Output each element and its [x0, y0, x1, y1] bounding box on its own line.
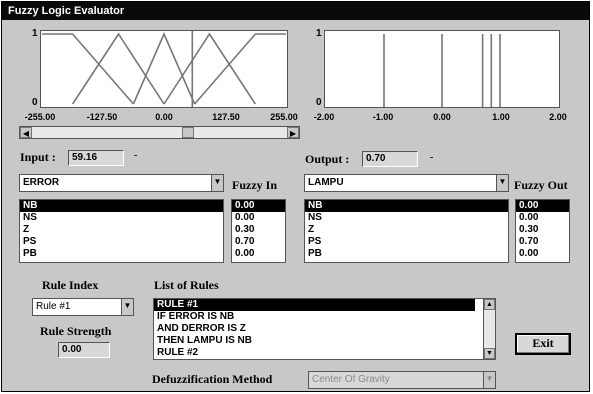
output-label: Output :: [305, 152, 350, 166]
list-item[interactable]: NS: [20, 212, 223, 224]
output-suffix: -: [430, 152, 434, 163]
title-bar: Fuzzy Logic Evaluator: [2, 2, 589, 20]
scroll-up-icon[interactable]: ▲: [484, 299, 495, 310]
membership-curve-ps: [163, 32, 257, 105]
main-window: Fuzzy Logic Evaluator 1 0 -255.00 -127.5…: [1, 1, 590, 392]
list-item[interactable]: PS: [305, 236, 508, 248]
input-variable-selected: ERROR: [23, 177, 60, 188]
list-item[interactable]: AND DERROR IS Z: [154, 323, 495, 335]
input-xtick-2: 0.00: [155, 112, 173, 122]
input-slider[interactable]: ◀ ▶: [19, 126, 300, 139]
input-value: 59.16: [68, 150, 124, 166]
list-item[interactable]: 0.00: [232, 212, 285, 224]
chevron-down-icon[interactable]: ▼: [483, 372, 495, 388]
rule-index-label: Rule Index: [42, 278, 99, 292]
chevron-down-icon[interactable]: ▼: [211, 175, 223, 191]
output-variable-selected: LAMPU: [308, 177, 344, 188]
defuzz-method-selected: Center Of Gravity: [312, 374, 390, 385]
list-item[interactable]: 0.00: [516, 200, 569, 212]
membership-curve-ns: [71, 32, 165, 105]
list-item[interactable]: 0.00: [516, 212, 569, 224]
slider-left-arrow-icon[interactable]: ◀: [20, 127, 32, 138]
rule-strength-value: 0.00: [58, 342, 110, 358]
list-item[interactable]: Z: [20, 224, 223, 236]
membership-curve-z: [132, 32, 196, 105]
membership-curve-pb: [194, 33, 286, 105]
list-item[interactable]: 0.70: [232, 236, 285, 248]
output-variable-select[interactable]: LAMPU ▼: [304, 174, 509, 192]
input-xtick-3: 127.50: [212, 112, 240, 122]
fuzzy-in-values-list[interactable]: 0.00 0.00 0.30 0.70 0.00: [231, 199, 286, 263]
defuzz-label: Defuzzification Method: [152, 372, 273, 386]
slider-right-arrow-icon[interactable]: ▶: [287, 127, 299, 138]
rule-index-select[interactable]: Rule #1 ▼: [32, 298, 134, 316]
chevron-down-icon[interactable]: ▼: [496, 175, 508, 191]
list-item[interactable]: PB: [305, 248, 508, 260]
fuzzy-in-label: Fuzzy In: [232, 178, 277, 192]
list-item[interactable]: PS: [20, 236, 223, 248]
list-item[interactable]: THEN LAMPU IS NB: [154, 335, 495, 347]
list-item[interactable]: IF ERROR IS NB: [154, 311, 495, 323]
output-plot-ymax: 1: [316, 28, 322, 39]
list-item[interactable]: 0.30: [516, 224, 569, 236]
slider-thumb[interactable]: [181, 127, 194, 138]
rules-label: List of Rules: [154, 278, 219, 292]
exit-button[interactable]: Exit: [515, 333, 571, 355]
output-membership-svg: [383, 34, 501, 107]
rule-strength-label: Rule Strength: [40, 324, 112, 338]
list-item[interactable]: 0.00: [232, 200, 285, 212]
input-sets-list[interactable]: NB NS Z PS PB: [19, 199, 224, 263]
input-variable-select[interactable]: ERROR ▼: [19, 174, 224, 192]
input-label: Input :: [20, 150, 56, 164]
scroll-down-icon[interactable]: ▼: [484, 348, 495, 359]
output-plot-ymin: 0: [316, 97, 322, 108]
input-suffix: -: [134, 150, 138, 161]
output-xtick-2: 0.00: [433, 112, 451, 122]
list-item[interactable]: 0.70: [516, 236, 569, 248]
list-item[interactable]: 0.30: [232, 224, 285, 236]
input-membership-svg: [42, 31, 286, 107]
output-xtick-0: -2.00: [313, 112, 335, 122]
list-item[interactable]: 0.00: [516, 248, 569, 260]
list-item[interactable]: NS: [305, 212, 508, 224]
list-item[interactable]: 0.00: [232, 248, 285, 260]
membership-curve-nb: [42, 33, 134, 105]
output-xtick-4: 2.00: [549, 112, 567, 122]
input-xtick-1: -127.50: [86, 112, 118, 122]
list-item[interactable]: PB: [20, 248, 223, 260]
output-xtick-3: 1.00: [492, 112, 510, 122]
output-membership-plot: [324, 30, 560, 108]
list-item[interactable]: RULE #2: [154, 347, 495, 359]
defuzz-method-select[interactable]: Center Of Gravity ▼: [308, 371, 496, 389]
input-plot-ymax: 1: [32, 28, 38, 39]
output-sets-list[interactable]: NB NS Z PS PB: [304, 199, 509, 263]
input-xtick-0: -255.00: [24, 112, 56, 122]
list-item[interactable]: Z: [305, 224, 508, 236]
rules-list[interactable]: RULE #1 IF ERROR IS NB AND DERROR IS Z T…: [153, 298, 496, 360]
rules-scrollbar[interactable]: ▲ ▼: [483, 299, 495, 359]
input-membership-plot: [40, 30, 288, 108]
input-plot-ymin: 0: [32, 97, 38, 108]
fuzzy-out-label: Fuzzy Out: [514, 178, 568, 192]
list-item[interactable]: RULE #1: [154, 299, 475, 311]
list-item[interactable]: NB: [20, 200, 223, 212]
output-xtick-1: -1.00: [372, 112, 394, 122]
fuzzy-out-values-list[interactable]: 0.00 0.00 0.30 0.70 0.00: [515, 199, 570, 263]
rule-index-selected: Rule #1: [36, 301, 71, 312]
input-xtick-4: 255.00: [270, 112, 298, 122]
chevron-down-icon[interactable]: ▼: [121, 299, 133, 315]
output-value: 0.70: [362, 151, 418, 167]
list-item[interactable]: NB: [305, 200, 508, 212]
